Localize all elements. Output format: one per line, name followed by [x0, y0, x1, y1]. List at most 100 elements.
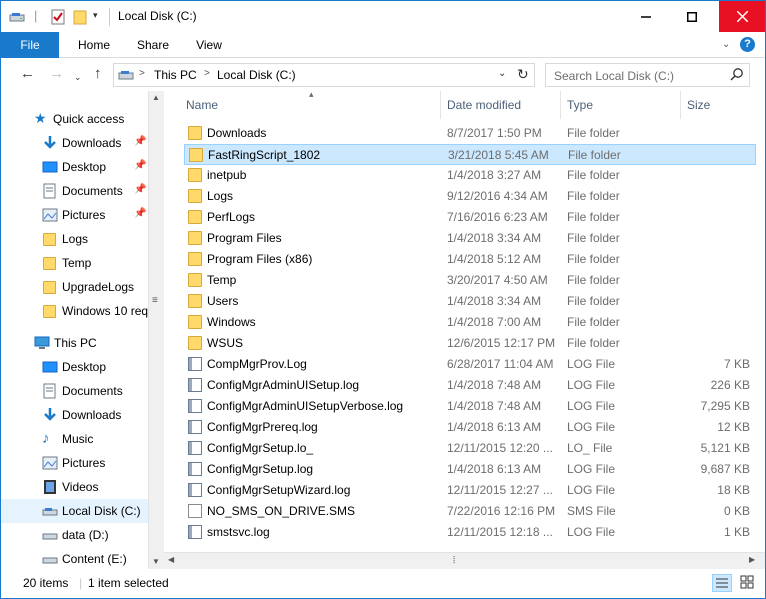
nav-item-downloads[interactable]: Downloads 📌 — [1, 131, 148, 155]
nav-item-pictures[interactable]: Pictures 📌 — [1, 203, 148, 227]
pin-icon[interactable]: 📌 — [134, 184, 146, 195]
nav-item-upgradelogs[interactable]: UpgradeLogs — [1, 275, 148, 299]
file-row[interactable]: Logs 9/12/2016 4:34 AM File folder — [184, 186, 756, 207]
file-date: 7/22/2016 12:16 PM — [447, 504, 556, 518]
nav-item-local-disk-c[interactable]: Local Disk (C:) — [1, 499, 148, 523]
customize-quick-access-icon[interactable]: ▾ — [93, 10, 98, 26]
file-type: File folder — [567, 315, 620, 329]
maximize-button[interactable] — [669, 1, 715, 32]
minimize-icon — [641, 15, 651, 18]
file-row[interactable]: inetpub 1/4/2018 3:27 AM File folder — [184, 165, 756, 186]
file-row[interactable]: ConfigMgrSetup.log 1/4/2018 6:13 AM LOG Fi… — [184, 459, 756, 480]
file-row[interactable]: ConfigMgrAdminUISetupVerbose.log 1/4/2018… — [184, 396, 756, 417]
column-size[interactable]: Size — [687, 98, 710, 112]
scroll-down-icon[interactable]: ▼ — [152, 557, 160, 566]
scroll-grip-icon[interactable]: ⦙ — [453, 555, 455, 566]
file-row[interactable]: WSUS 12/6/2015 12:17 PM File folder — [184, 333, 756, 354]
minimize-button[interactable] — [623, 1, 669, 32]
new-folder-icon[interactable] — [73, 9, 87, 25]
expand-ribbon-icon[interactable]: ⌄ — [722, 39, 730, 50]
pin-icon[interactable]: 📌 — [134, 208, 146, 219]
file-row[interactable]: Program Files 1/4/2018 3:34 AM File folder — [184, 228, 756, 249]
file-row[interactable]: smstsvc.log 12/11/2015 12:18 ... LOG File 1… — [184, 522, 756, 543]
column-divider[interactable] — [560, 91, 561, 119]
file-row[interactable]: CompMgrProv.Log 6/28/2017 11:04 AM LOG Fil… — [184, 354, 756, 375]
nav-item-pc-downloads[interactable]: Downloads — [1, 403, 148, 427]
file-type: LOG File — [567, 483, 616, 497]
file-row[interactable]: NO_SMS_ON_DRIVE.SMS 7/22/2016 12:16 PM SMS… — [184, 501, 756, 522]
file-row[interactable]: ConfigMgrSetupWizard.log 12/11/2015 12:27… — [184, 480, 756, 501]
pin-icon[interactable]: 📌 — [134, 136, 146, 147]
folder-icon — [188, 336, 202, 350]
nav-item-content-e[interactable]: Content (E:) — [1, 547, 148, 569]
breadcrumb-separator[interactable]: > — [139, 68, 145, 79]
breadcrumb-local-disk[interactable]: Local Disk (C:) — [217, 68, 296, 82]
nav-item-pc-desktop[interactable]: Desktop — [1, 355, 148, 379]
file-row[interactable]: Downloads 8/7/2017 1:50 PM File folder — [184, 123, 756, 144]
star-icon: ★ — [34, 110, 47, 126]
horizontal-scrollbar[interactable]: ◀ ⦙ ▶ — [164, 552, 765, 569]
address-dropdown-icon[interactable]: ⌄ — [498, 68, 506, 79]
up-arrow-icon[interactable]: ↑ — [94, 66, 102, 82]
file-row[interactable]: ConfigMgrPrereq.log 1/4/2018 6:13 AM LOG F… — [184, 417, 756, 438]
column-divider[interactable] — [680, 91, 681, 119]
help-icon[interactable]: ? — [740, 37, 755, 52]
tab-view[interactable]: View — [189, 32, 229, 58]
back-arrow-icon[interactable]: ← — [20, 66, 35, 82]
breadcrumb-separator[interactable]: > — [204, 68, 210, 79]
file-row[interactable]: ConfigMgrAdminUISetup.log 1/4/2018 7:48 A… — [184, 375, 756, 396]
column-header: ▴ Name Date modified Type Size — [164, 91, 765, 119]
file-row[interactable]: Temp 3/20/2017 4:50 AM File folder — [184, 270, 756, 291]
large-icons-view-icon[interactable] — [738, 574, 758, 592]
recent-locations-icon[interactable]: ⌄ — [74, 69, 82, 85]
file-row[interactable]: ConfigMgrSetup.lo_ 12/11/2015 12:20 ... LO… — [184, 438, 756, 459]
file-date: 9/12/2016 4:34 AM — [447, 189, 548, 203]
file-row[interactable]: Windows 1/4/2018 7:00 AM File folder — [184, 312, 756, 333]
nav-item-desktop[interactable]: Desktop 📌 — [1, 155, 148, 179]
nav-item-logs[interactable]: Logs — [1, 227, 148, 251]
file-row[interactable]: Users 1/4/2018 3:34 AM File folder — [184, 291, 756, 312]
details-view-icon[interactable] — [712, 574, 732, 592]
tab-file[interactable]: File — [1, 32, 59, 58]
nav-scrollbar[interactable]: ▲ ≡ ▼ — [148, 91, 164, 569]
nav-item-pc-pictures[interactable]: Pictures — [1, 451, 148, 475]
file-icon — [188, 504, 202, 518]
status-bar: 20 items | 1 item selected — [1, 569, 765, 598]
tab-home[interactable]: Home — [73, 32, 115, 58]
search-input[interactable]: Search Local Disk (C:) — [545, 63, 750, 87]
navigation-pane: ★ Quick access Downloads 📌 Desktop 📌 Doc… — [1, 91, 164, 569]
address-bar[interactable]: > This PC > Local Disk (C:) ⌄ ↻ — [113, 63, 535, 87]
column-divider[interactable] — [440, 91, 441, 119]
nav-item-data-d[interactable]: data (D:) — [1, 523, 148, 547]
nav-item-pc-videos[interactable]: Videos — [1, 475, 148, 499]
forward-arrow-icon[interactable]: → — [49, 66, 64, 82]
nav-quick-access[interactable]: ★ Quick access — [1, 107, 148, 131]
column-date[interactable]: Date modified — [447, 98, 521, 112]
close-button[interactable] — [719, 1, 765, 32]
properties-checkbox-icon[interactable] — [51, 9, 65, 25]
nav-item-temp[interactable]: Temp — [1, 251, 148, 275]
column-name[interactable]: Name — [186, 98, 218, 112]
nav-item-pc-music[interactable]: ♪ Music — [1, 427, 148, 451]
nav-item-windows10[interactable]: Windows 10 requ — [1, 299, 155, 323]
file-row[interactable]: FastRingScript_1802 3/21/2018 5:45 AM File… — [184, 144, 756, 165]
folder-icon — [189, 148, 203, 162]
scroll-left-icon[interactable]: ◀ — [168, 555, 174, 564]
scroll-right-icon[interactable]: ▶ — [749, 555, 755, 564]
file-row[interactable]: Program Files (x86) 1/4/2018 5:12 AM File … — [184, 249, 756, 270]
nav-item-pc-documents[interactable]: Documents — [1, 379, 148, 403]
nav-this-pc[interactable]: This PC — [1, 331, 148, 355]
folder-icon — [43, 281, 56, 294]
scroll-grip-icon[interactable]: ≡ — [152, 295, 158, 306]
column-type[interactable]: Type — [567, 98, 593, 112]
tab-share[interactable]: Share — [131, 32, 175, 58]
pin-icon[interactable]: 📌 — [134, 160, 146, 171]
breadcrumb-this-pc[interactable]: This PC — [154, 68, 197, 82]
search-icon[interactable] — [730, 67, 744, 84]
file-row[interactable]: PerfLogs 7/16/2016 6:23 AM File folder — [184, 207, 756, 228]
refresh-icon[interactable]: ↻ — [517, 66, 529, 83]
scroll-up-icon[interactable]: ▲ — [152, 93, 160, 102]
file-type: File folder — [567, 231, 620, 245]
ribbon-tabs: File Home Share View ⌄ ? — [1, 32, 765, 58]
nav-item-documents[interactable]: Documents 📌 — [1, 179, 148, 203]
